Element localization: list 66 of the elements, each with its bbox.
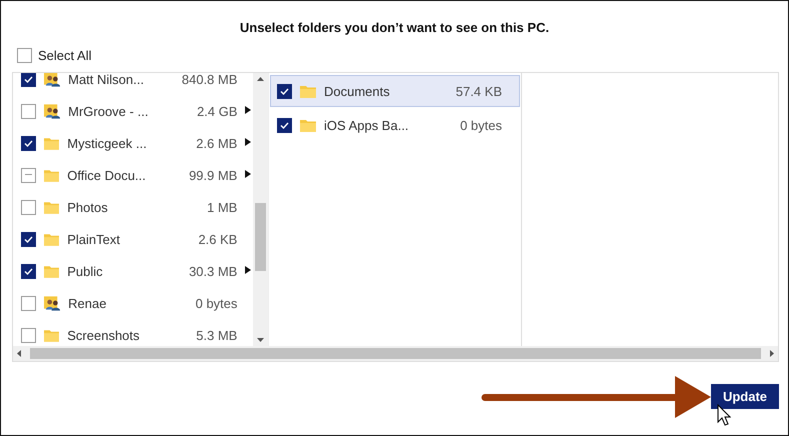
check-icon: [24, 140, 33, 146]
shared-folder-icon: [44, 73, 60, 86]
scroll-thumb[interactable]: [255, 203, 266, 271]
checkbox[interactable]: [21, 264, 36, 278]
dash-icon: [25, 174, 32, 176]
folder-name: iOS Apps Ba...: [324, 118, 410, 132]
folder-name[interactable]: Public: [67, 264, 172, 278]
checkbox[interactable]: [21, 168, 36, 182]
folder-size: 0 bytes: [459, 118, 502, 132]
folder-icon: [44, 200, 60, 214]
folder-name[interactable]: Renae: [68, 296, 172, 310]
folder-size: 840.8 MB: [180, 73, 238, 86]
check-icon: [24, 76, 33, 82]
select-all-label[interactable]: Select All: [38, 48, 92, 63]
vertical-scrollbar[interactable]: [253, 73, 268, 346]
horizontal-scrollbar[interactable]: [13, 346, 778, 361]
cursor-icon: [717, 404, 731, 426]
checkbox[interactable]: [277, 118, 292, 132]
folder-name[interactable]: PlainText: [67, 232, 172, 246]
folder-name[interactable]: Photos: [67, 200, 172, 214]
folder-icon: [300, 84, 316, 98]
folder-size: 5.3 MB: [195, 328, 238, 342]
subfolder-row[interactable]: iOS Apps Ba... 0 bytes: [270, 109, 520, 141]
folder-icon: [300, 118, 316, 132]
checkbox[interactable]: [21, 328, 36, 342]
check-icon: [24, 268, 33, 274]
folder-icon: [44, 168, 60, 182]
subfolder-row[interactable]: Documents 57.4 KB: [270, 75, 520, 107]
folder-name[interactable]: MrGroove - ...: [68, 104, 172, 118]
folder-icon: [44, 264, 60, 278]
folder-size: 0 bytes: [194, 296, 238, 310]
folder-size: 2.4 GB: [196, 104, 238, 118]
check-icon: [280, 88, 289, 94]
folder-icon: [44, 232, 60, 246]
scroll-thumb[interactable]: [30, 348, 761, 359]
checkbox[interactable]: [21, 200, 36, 214]
scroll-up-icon[interactable]: [257, 77, 264, 81]
folder-size: 2.6 KB: [197, 232, 238, 246]
check-icon: [280, 122, 289, 128]
folder-size: 1 MB: [206, 200, 238, 214]
checkbox[interactable]: [21, 73, 36, 86]
checkbox[interactable]: [21, 232, 36, 246]
folder-size: 99.9 MB: [188, 168, 238, 182]
checkbox[interactable]: [17, 48, 32, 63]
dialog-heading: Unselect folders you don’t want to see on this PC.: [240, 20, 550, 35]
update-button[interactable]: Update: [711, 384, 779, 409]
scroll-left-icon[interactable]: [17, 350, 21, 357]
folder-size: 57.4 KB: [454, 84, 502, 98]
folder-size: 2.6 MB: [195, 136, 238, 150]
shared-folder-icon: [44, 104, 60, 118]
folder-size: 30.3 MB: [188, 264, 238, 278]
check-icon: [24, 236, 33, 242]
folder-icon: [44, 136, 60, 150]
folder-name[interactable]: Matt Nilson...: [68, 73, 172, 86]
checkbox[interactable]: [21, 296, 36, 310]
checkbox[interactable]: [21, 136, 36, 150]
folder-name[interactable]: Office Docu...: [67, 168, 172, 182]
folder-icon: [44, 328, 60, 342]
checkbox[interactable]: [277, 84, 292, 98]
checkbox[interactable]: [21, 104, 36, 118]
scroll-down-icon[interactable]: [257, 338, 264, 342]
folder-name[interactable]: Screenshots: [67, 328, 172, 342]
scroll-right-icon[interactable]: [770, 350, 774, 357]
shared-folder-icon: [44, 296, 60, 310]
folder-name[interactable]: Mysticgeek ...: [67, 136, 172, 150]
folder-name: Documents: [324, 84, 391, 98]
